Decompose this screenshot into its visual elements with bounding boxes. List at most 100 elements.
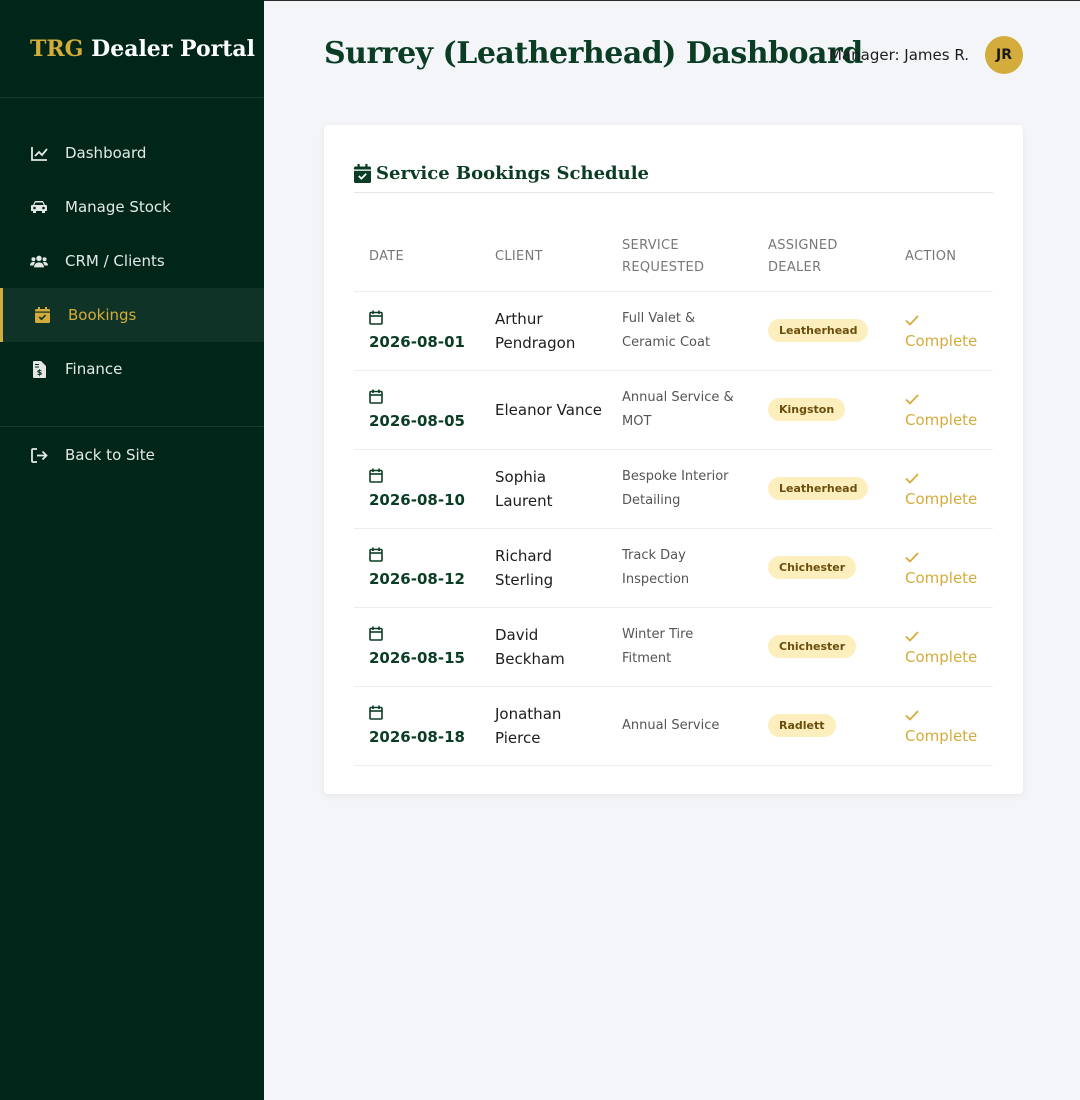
sign-out-icon: [30, 446, 48, 464]
chart-line-icon: [30, 144, 48, 162]
date-cell: 2026-08-15: [354, 607, 480, 687]
service-requested: Track Day Inspection: [622, 547, 690, 587]
bookings-card: Service Bookings Schedule DATE CLIENT SE…: [324, 125, 1023, 794]
complete-label: Complete: [905, 647, 978, 666]
calendar-icon: [369, 389, 383, 404]
brand-name: Dealer Portal: [83, 36, 256, 62]
service-cell: Track Day Inspection: [607, 528, 753, 608]
calendar-icon: [369, 626, 383, 641]
service-requested: Bespoke Interior Detailing: [622, 468, 729, 508]
client-cell: Eleanor Vance: [480, 370, 607, 450]
sidebar-item-manage-stock[interactable]: Manage Stock: [0, 180, 264, 234]
service-requested: Annual Service & MOT: [622, 389, 734, 429]
sidebar-item-back-to-site[interactable]: Back to Site: [0, 428, 264, 482]
table-row: 2026-08-12 Richard Sterling Track Day In…: [354, 528, 993, 608]
calendar-icon: [369, 468, 383, 483]
sidebar-nav: Dashboard Manage Stock CRM / Clients Boo…: [0, 98, 264, 482]
car-icon: [30, 198, 48, 216]
column-header-dealer: ASSIGNED DEALER: [753, 223, 890, 292]
complete-action[interactable]: Complete: [905, 391, 993, 429]
column-header-date: DATE: [354, 223, 480, 292]
svg-text:$: $: [36, 368, 42, 377]
check-icon: [905, 470, 919, 484]
dealer-cell: Radlett: [753, 686, 890, 766]
sidebar-item-finance[interactable]: $ Finance: [0, 342, 264, 396]
client-cell: Sophia Laurent: [480, 449, 607, 529]
sidebar-item-label: Back to Site: [65, 446, 155, 464]
booking-date: 2026-08-18: [369, 728, 465, 746]
table-row: 2026-08-05 Eleanor Vance Annual Service …: [354, 370, 993, 450]
client-name: Eleanor Vance: [495, 400, 602, 419]
table-row: 2026-08-10 Sophia Laurent Bespoke Interi…: [354, 449, 993, 529]
sidebar-item-label: Dashboard: [65, 144, 147, 162]
service-requested: Full Valet & Ceramic Coat: [622, 310, 711, 350]
dealer-cell: Chichester: [753, 607, 890, 687]
card-header: Service Bookings Schedule: [354, 125, 993, 193]
column-header-service: SERVICE REQUESTED: [607, 223, 753, 292]
action-cell: Complete: [890, 291, 993, 371]
client-cell: Jonathan Pierce: [480, 686, 607, 766]
complete-action[interactable]: Complete: [905, 470, 993, 508]
sidebar-item-label: Finance: [65, 360, 123, 378]
check-icon: [905, 391, 919, 405]
page-title: Surrey (Leatherhead) Dashboard: [324, 36, 863, 71]
column-header-service-text: SERVICE REQUESTED: [622, 237, 705, 275]
service-requested: Winter Tire Fitment: [622, 626, 694, 666]
complete-label: Complete: [905, 568, 978, 587]
complete-label: Complete: [905, 331, 978, 350]
date-cell: 2026-08-10: [354, 449, 480, 529]
calendar-check-icon: [354, 163, 372, 184]
complete-label: Complete: [905, 726, 978, 745]
complete-action[interactable]: Complete: [905, 312, 993, 350]
calendar-icon: [369, 547, 383, 562]
action-cell: Complete: [890, 449, 993, 529]
sidebar-item-dashboard[interactable]: Dashboard: [0, 126, 264, 180]
service-cell: Full Valet & Ceramic Coat: [607, 291, 753, 371]
client-name: Richard Sterling: [495, 546, 554, 589]
booking-date: 2026-08-12: [369, 570, 465, 588]
complete-action[interactable]: Complete: [905, 707, 993, 745]
dealer-badge: Leatherhead: [768, 319, 869, 342]
dealer-badge: Radlett: [768, 714, 836, 737]
complete-label: Complete: [905, 489, 978, 508]
table-row: 2026-08-18 Jonathan Pierce Annual Servic…: [354, 686, 993, 766]
dealer-cell: Chichester: [753, 528, 890, 608]
sidebar: TRG Dealer Portal Dashboard Manage Stock…: [0, 0, 264, 1100]
date-cell: 2026-08-05: [354, 370, 480, 450]
sidebar-item-label: Manage Stock: [65, 198, 171, 216]
sidebar-item-bookings[interactable]: Bookings: [0, 288, 264, 342]
check-icon: [905, 707, 919, 721]
complete-action[interactable]: Complete: [905, 549, 993, 587]
users-icon: [30, 252, 48, 270]
date-cell: 2026-08-01: [354, 291, 480, 371]
sidebar-item-crm-clients[interactable]: CRM / Clients: [0, 234, 264, 288]
table-row: 2026-08-15 David Beckham Winter Tire Fit…: [354, 607, 993, 687]
main-content: Surrey (Leatherhead) Dashboard Manager: …: [264, 0, 1080, 1100]
dealer-cell: Leatherhead: [753, 449, 890, 529]
table-header-row: DATE CLIENT SERVICE REQUESTED ASSIGNED D…: [354, 223, 993, 292]
service-cell: Winter Tire Fitment: [607, 607, 753, 687]
dealer-badge: Leatherhead: [768, 477, 869, 500]
dealer-badge: Kingston: [768, 398, 846, 421]
date-cell: 2026-08-12: [354, 528, 480, 608]
booking-date: 2026-08-10: [369, 491, 465, 509]
column-header-action: ACTION: [890, 223, 993, 292]
brand-accent: TRG: [30, 36, 84, 62]
column-header-dealer-text: ASSIGNED DEALER: [768, 237, 838, 275]
booking-date: 2026-08-05: [369, 412, 465, 430]
calendar-icon: [369, 705, 383, 720]
dealer-badge: Chichester: [768, 635, 857, 658]
sidebar-item-label: Bookings: [68, 306, 137, 324]
sidebar-item-label: CRM / Clients: [65, 252, 165, 270]
column-header-client: CLIENT: [480, 223, 607, 292]
table-row: 2026-08-01 Arthur Pendragon Full Valet &…: [354, 291, 993, 371]
user-info: Manager: James R. JR: [829, 36, 1023, 74]
booking-date: 2026-08-15: [369, 649, 465, 667]
complete-action[interactable]: Complete: [905, 628, 993, 666]
client-cell: David Beckham: [480, 607, 607, 687]
avatar[interactable]: JR: [985, 36, 1023, 74]
complete-label: Complete: [905, 410, 978, 429]
brand-logo[interactable]: TRG Dealer Portal: [0, 0, 264, 98]
client-cell: Arthur Pendragon: [480, 291, 607, 371]
bookings-table: DATE CLIENT SERVICE REQUESTED ASSIGNED D…: [354, 223, 993, 766]
